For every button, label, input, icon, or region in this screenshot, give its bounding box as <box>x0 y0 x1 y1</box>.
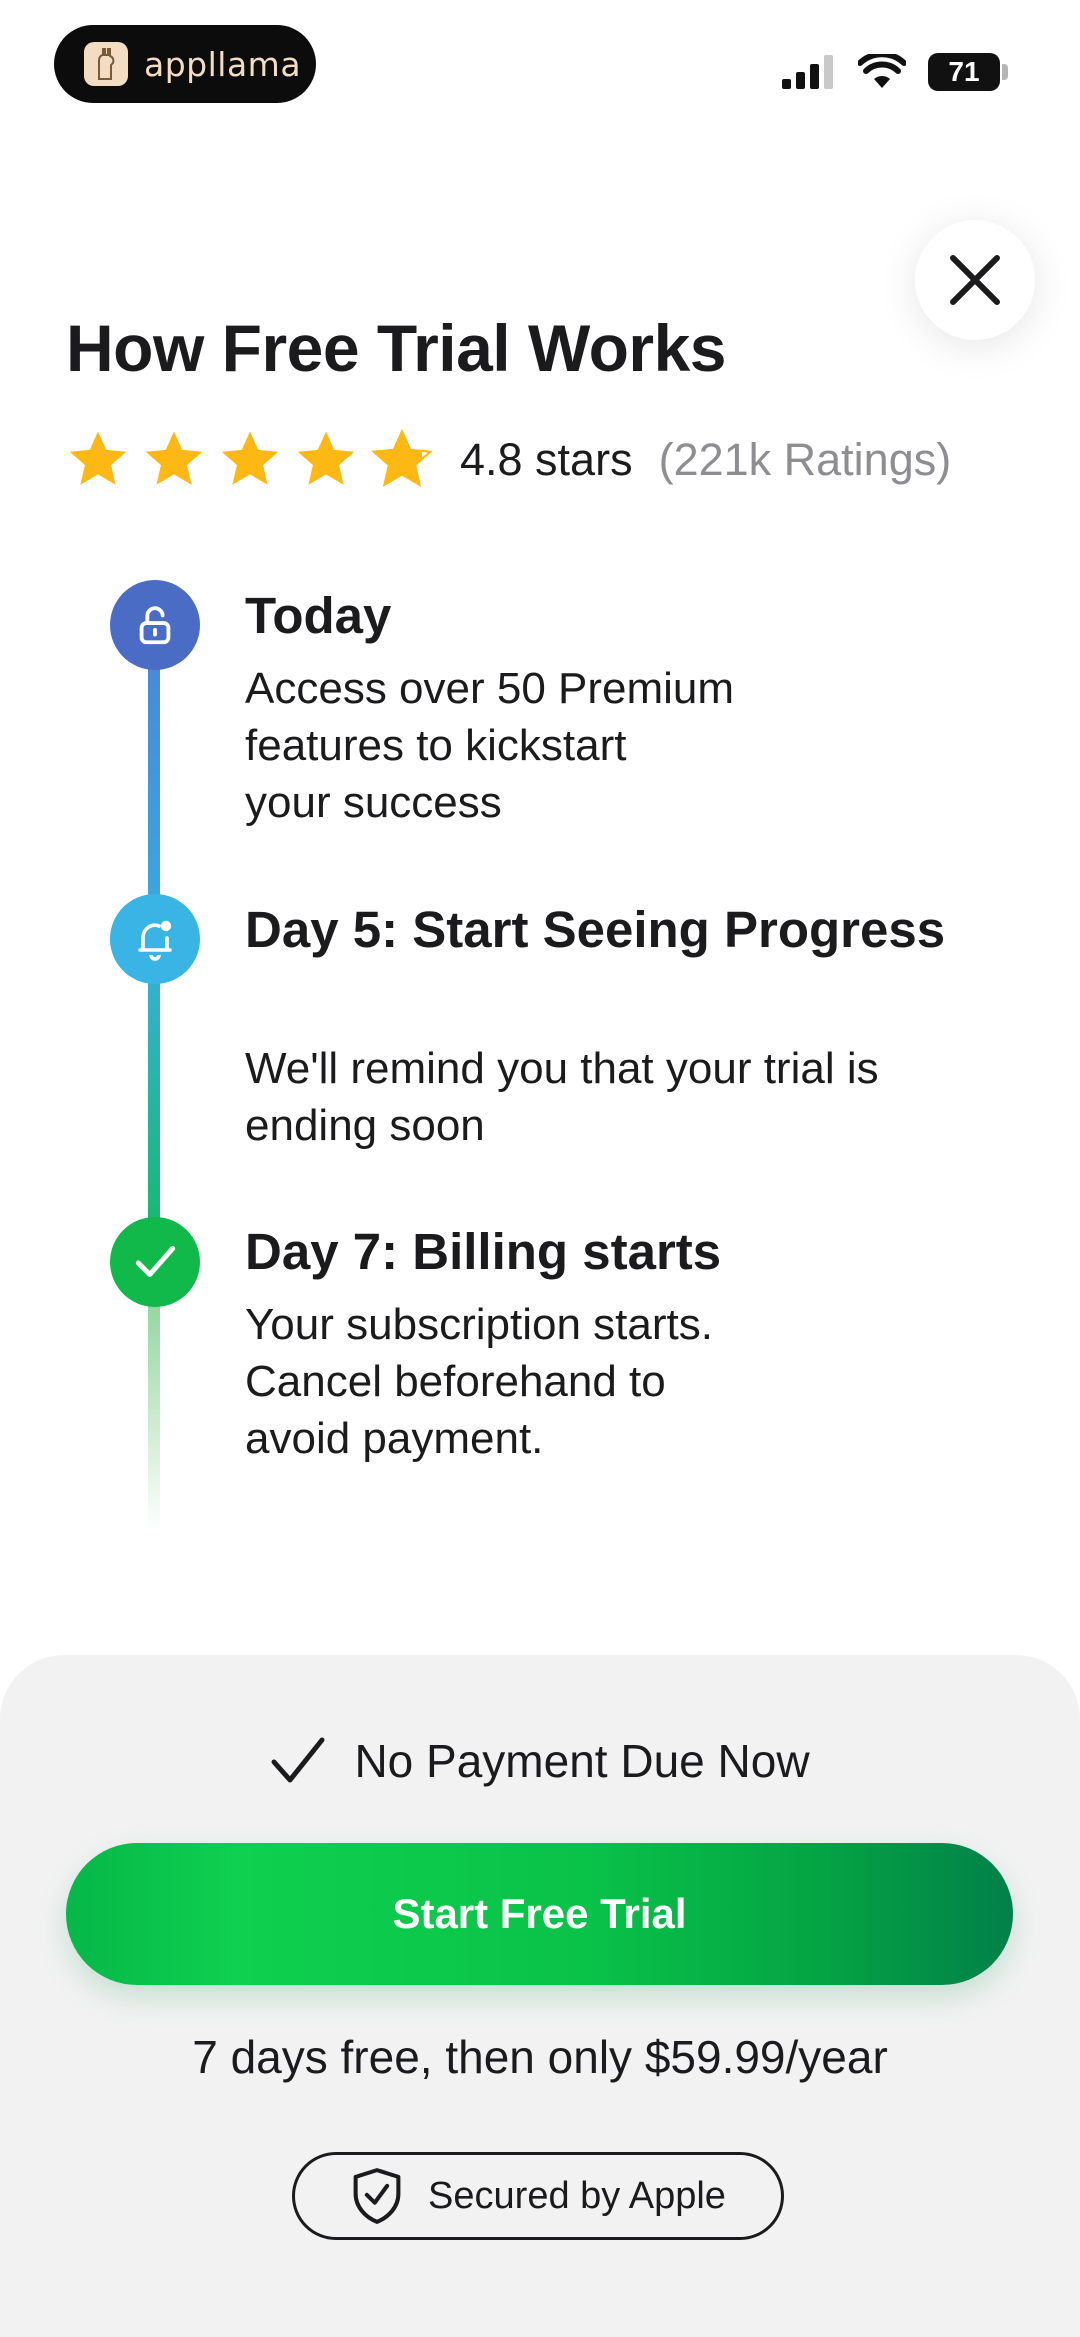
rating-value: 4.8 stars <box>460 434 633 485</box>
star-partial-icon <box>371 429 433 487</box>
close-icon <box>950 255 1000 305</box>
battery-icon: 71 <box>928 53 1000 91</box>
checkmark-icon <box>271 1737 325 1783</box>
status-icons: 71 <box>782 50 1008 94</box>
llama-logo-icon <box>84 42 128 86</box>
no-payment-row: No Payment Due Now <box>0 1728 1080 1794</box>
timeline-line <box>148 625 160 925</box>
step-title: Day 7: Billing starts <box>245 1223 722 1280</box>
check-icon <box>135 1245 176 1277</box>
timeline-line <box>148 940 160 1240</box>
star-icon <box>145 431 203 485</box>
rating-count: (221k Ratings) <box>658 434 952 485</box>
rating-row: 4.8 stars (221k Ratings) <box>66 428 951 492</box>
star-icon <box>69 431 127 485</box>
start-free-trial-button[interactable]: Start Free Trial <box>66 1843 1013 1985</box>
star-icon <box>221 431 279 485</box>
step-title: Today <box>245 587 392 644</box>
bell-icon <box>138 920 172 961</box>
secured-label: Secured by Apple <box>428 2174 726 2217</box>
step-description: Access over 50 Premium features to kicks… <box>245 664 735 827</box>
close-button[interactable] <box>915 220 1035 340</box>
wifi-icon <box>858 54 906 88</box>
step-title: Day 5: Start Seeing Progress <box>245 901 946 958</box>
timeline-step-icon-day5 <box>110 894 200 984</box>
signal-icon <box>782 55 833 89</box>
page-title: How Free Trial Works <box>66 311 727 385</box>
step-description: We'll remind you that your trial is endi… <box>245 1044 879 1150</box>
secured-by-apple-badge: Secured by Apple <box>292 2152 784 2240</box>
step-description: Your subscription starts. Cancel beforeh… <box>245 1300 713 1463</box>
app-name: appllama <box>144 44 302 84</box>
app-badge[interactable]: appllama <box>54 25 316 103</box>
battery-level: 71 <box>948 56 980 87</box>
no-payment-text: No Payment Due Now <box>354 1735 810 1787</box>
timeline-step-icon-today <box>110 580 200 670</box>
star-icon <box>297 431 355 485</box>
unlock-icon <box>139 606 171 645</box>
price-text: 7 days free, then only $59.99/year <box>192 2031 888 2083</box>
timeline-step-icon-day7 <box>110 1217 200 1307</box>
star-rating <box>66 429 434 491</box>
shield-check-icon <box>353 2168 401 2224</box>
